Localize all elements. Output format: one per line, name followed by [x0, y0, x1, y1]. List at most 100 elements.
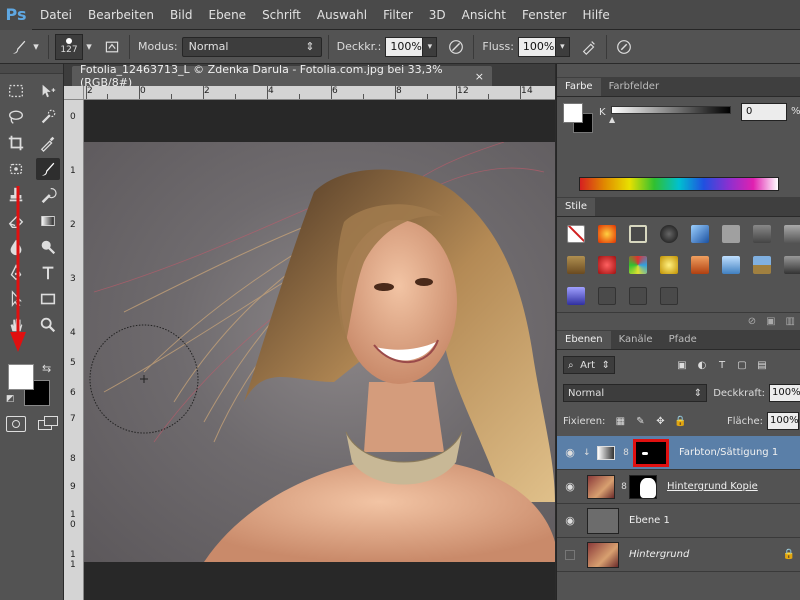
spot-healing-tool-icon[interactable]	[0, 156, 32, 182]
layer-row-ebene-1[interactable]: ◉ Ebene 1	[557, 504, 800, 538]
layer-mask-thumbnail[interactable]	[629, 474, 657, 499]
style-swatch[interactable]	[592, 219, 621, 248]
menu-auswahl[interactable]: Auswahl	[309, 0, 375, 30]
layer-name[interactable]: Hintergrund	[629, 549, 689, 560]
style-swatch[interactable]	[747, 219, 776, 248]
history-brush-tool-icon[interactable]	[32, 182, 64, 208]
lock-transparent-icon[interactable]: ▦	[613, 414, 627, 428]
document-tab[interactable]: Fotolia_12463713_L © Zdenka Darula - Fot…	[72, 63, 492, 89]
quick-mask-icon[interactable]	[6, 416, 26, 432]
layer-thumbnail[interactable]	[587, 541, 619, 568]
flow-dropdown-icon[interactable]: ▾	[555, 36, 570, 57]
layer-name[interactable]: Hintergrund Kopie	[667, 481, 758, 492]
style-swatch[interactable]	[685, 250, 714, 279]
color-spectrum-bar[interactable]	[579, 177, 779, 191]
style-swatch[interactable]	[716, 219, 745, 248]
new-style-icon[interactable]: ▣	[766, 316, 775, 327]
tab-stile[interactable]: Stile	[557, 198, 595, 216]
layer-visibility-eye-icon[interactable]: ◉	[557, 446, 583, 459]
brush-panel-toggle-icon[interactable]	[101, 36, 123, 58]
quick-selection-tool-icon[interactable]	[32, 104, 64, 130]
lock-position-icon[interactable]: ✥	[653, 414, 667, 428]
menu-schrift[interactable]: Schrift	[254, 0, 309, 30]
brush-preset-picker[interactable]: 127	[55, 33, 83, 60]
layer-row-hintergrund-kopie[interactable]: ◉ 8 Hintergrund Kopie	[557, 470, 800, 504]
layer-visibility-eye-icon[interactable]: ◉	[557, 480, 583, 493]
k-value-input[interactable]: 0	[741, 103, 787, 121]
menu-bild[interactable]: Bild	[162, 0, 201, 30]
lasso-tool-icon[interactable]	[0, 104, 32, 130]
opacity-dropdown-icon[interactable]: ▾	[423, 36, 438, 57]
clear-style-icon[interactable]: ⊘	[748, 316, 756, 327]
pressure-opacity-icon[interactable]	[445, 36, 467, 58]
style-swatch[interactable]	[592, 281, 621, 310]
style-swatch[interactable]	[623, 219, 652, 248]
flow-input[interactable]: 100%	[517, 36, 556, 57]
layer-visibility-eye-icon[interactable]: ◉	[557, 514, 583, 527]
document-canvas[interactable]	[84, 100, 555, 600]
style-swatch[interactable]	[561, 281, 590, 310]
dodge-tool-icon[interactable]	[32, 234, 64, 260]
tab-farbfelder[interactable]: Farbfelder	[601, 78, 667, 96]
style-swatch[interactable]	[623, 250, 652, 279]
default-colors-icon[interactable]: ◩	[6, 394, 15, 404]
ruler-horizontal[interactable]: 2 0 2 4 6 8 1 2 1 4	[84, 86, 555, 100]
mask-link-icon[interactable]: 8	[619, 482, 629, 492]
eyedropper-tool-icon[interactable]	[32, 130, 64, 156]
style-swatch-none[interactable]	[561, 219, 590, 248]
menu-fenster[interactable]: Fenster	[514, 0, 575, 30]
swap-colors-icon[interactable]: ⇆	[42, 362, 51, 375]
layer-opacity-input[interactable]: 100%	[769, 384, 800, 402]
toolbox-grip[interactable]	[0, 64, 63, 74]
k-slider-thumb[interactable]: ▲	[609, 115, 615, 124]
ruler-vertical[interactable]: 0 1 2 3 4 5 6 7 8 9 1 0 1 1	[64, 100, 84, 600]
filter-smart-object-icon[interactable]: ▤	[755, 358, 769, 372]
foreground-color-swatch[interactable]	[8, 364, 34, 390]
color-panel-foreground-swatch[interactable]	[563, 103, 583, 123]
style-swatch[interactable]	[685, 219, 714, 248]
lock-image-icon[interactable]: ✎	[633, 414, 647, 428]
layer-row-hue-saturation[interactable]: ◉ ↓ 8 Farbton/Sättigung 1	[557, 436, 800, 470]
style-swatch[interactable]	[654, 219, 683, 248]
style-swatch[interactable]	[592, 250, 621, 279]
style-swatch[interactable]	[654, 281, 683, 310]
menu-filter[interactable]: Filter	[375, 0, 421, 30]
menu-hilfe[interactable]: Hilfe	[574, 0, 617, 30]
zoom-tool-icon[interactable]	[32, 312, 64, 338]
mode-select[interactable]: Normal ⇕	[181, 36, 322, 57]
tab-farbe[interactable]: Farbe	[557, 78, 601, 96]
brush-tool-icon[interactable]	[8, 36, 30, 58]
layer-mask-thumbnail[interactable]	[633, 438, 669, 467]
delete-style-icon[interactable]: ▥	[786, 316, 795, 327]
layer-visibility-toggle[interactable]	[557, 549, 583, 560]
move-tool-icon[interactable]	[32, 78, 64, 104]
style-swatch[interactable]	[623, 281, 652, 310]
style-swatch[interactable]	[778, 250, 800, 279]
lock-all-icon[interactable]: 🔒	[673, 414, 687, 428]
photo-woman-portrait[interactable]	[84, 142, 555, 562]
marquee-tool-icon[interactable]	[0, 78, 32, 104]
brush-preset-chevron-icon[interactable]: ▾	[83, 36, 95, 58]
pressure-size-icon[interactable]	[613, 36, 635, 58]
mask-link-icon[interactable]: 8	[621, 448, 631, 458]
filter-type-icon[interactable]: T	[715, 358, 729, 372]
layer-name[interactable]: Ebene 1	[629, 515, 670, 526]
layer-thumbnail[interactable]	[587, 507, 619, 534]
layer-row-hintergrund[interactable]: Hintergrund 🔒	[557, 538, 800, 572]
menu-bearbeiten[interactable]: Bearbeiten	[80, 0, 162, 30]
filter-adjustment-icon[interactable]: ◐	[695, 358, 709, 372]
menu-ansicht[interactable]: Ansicht	[454, 0, 514, 30]
close-tab-icon[interactable]: ×	[475, 70, 484, 83]
gradient-tool-icon[interactable]	[32, 208, 64, 234]
screen-mode-icon[interactable]	[38, 416, 58, 432]
brush-tool-button-icon[interactable]	[36, 158, 60, 180]
style-swatch[interactable]	[716, 250, 745, 279]
style-swatch[interactable]	[778, 219, 800, 248]
crop-tool-icon[interactable]	[0, 130, 32, 156]
type-tool-icon[interactable]	[32, 260, 64, 286]
tab-pfade[interactable]: Pfade	[661, 331, 705, 349]
tool-preset-chevron-icon[interactable]: ▾	[30, 36, 42, 58]
menu-3d[interactable]: 3D	[421, 0, 454, 30]
layer-thumbnail[interactable]	[587, 474, 615, 499]
style-swatch[interactable]	[747, 250, 776, 279]
